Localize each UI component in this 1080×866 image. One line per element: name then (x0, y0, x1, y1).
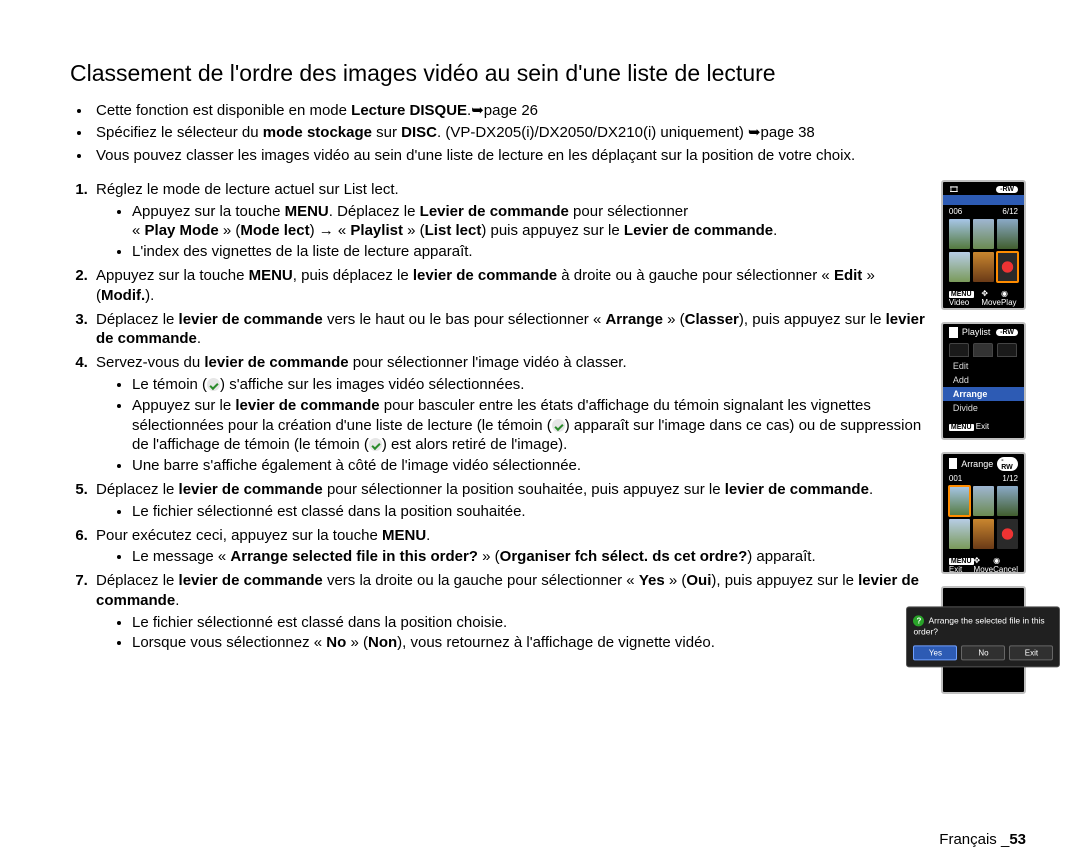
menu-item-arrange: Arrange (943, 387, 1024, 401)
instructions-column: Réglez le mode de lecture actuel sur Lis… (70, 180, 925, 658)
thumbnail (949, 252, 970, 282)
clip-icon: 🎞 (949, 185, 959, 194)
tab-icon (949, 343, 969, 357)
step-1: Réglez le mode de lecture actuel sur Lis… (92, 180, 925, 262)
thumbnail (997, 519, 1018, 549)
thumbnail (949, 219, 970, 249)
tab-icon (973, 343, 993, 357)
thumbnail (997, 219, 1018, 249)
lcd-confirm-dialog: ?Arrange the selected file in this order… (941, 586, 1026, 694)
steps-list: Réglez le mode de lecture actuel sur Lis… (70, 180, 925, 654)
clip-number: 006 (949, 207, 962, 216)
intro-item: Spécifiez le sélecteur du mode stockage … (92, 123, 1026, 143)
thumbnail-selected (949, 486, 970, 516)
step-1a: Appuyez sur la touche MENU. Déplacez le … (132, 202, 925, 242)
dialog-box: ?Arrange the selected file in this order… (906, 606, 1060, 667)
step-5: Déplacez le levier de commande pour séle… (92, 480, 925, 522)
step-2: Appuyez sur la touche MENU, puis déplace… (92, 266, 925, 306)
clip-count: 1/12 (1002, 474, 1018, 483)
step-1c: L'index des vignettes de la liste de lec… (132, 242, 925, 262)
question-icon: ? (913, 615, 924, 626)
lcd-column: 🎞-RW 0066/12 MENU Video✥ Move◉ Play Play… (941, 180, 1026, 694)
step-7: Déplacez le levier de commande vers la d… (92, 571, 925, 653)
dialog-yes-button[interactable]: Yes (913, 645, 957, 660)
thumbnail-selected (997, 252, 1018, 282)
page-footer: Français _53 (939, 831, 1026, 848)
dialog-no-button[interactable]: No (961, 645, 1005, 660)
disc-badge: -RW (996, 329, 1018, 336)
lcd-thumbnail-index: 🎞-RW 0066/12 MENU Video✥ Move◉ Play (941, 180, 1026, 310)
thumbnail (949, 519, 970, 549)
page-title: Classement de l'ordre des images vidéo a… (70, 60, 1026, 87)
step-5a: Le fichier sélectionné est classé dans l… (132, 502, 925, 522)
clip-number: 001 (949, 474, 962, 483)
check-icon (552, 419, 565, 432)
lcd-arrange: Arrange-RW 0011/12 MENU Exit✥ Move◉ Canc… (941, 452, 1026, 574)
step-6a: Le message « Arrange selected file in th… (132, 547, 925, 567)
menu-title: Playlist (962, 327, 991, 337)
step-7a: Le fichier sélectionné est classé dans l… (132, 613, 925, 633)
intro-item: Vous pouvez classer les images vidéo au … (92, 146, 1026, 166)
tab-icon (997, 343, 1017, 357)
intro-item: Cette fonction est disponible en mode Le… (92, 101, 1026, 121)
document-icon (949, 458, 957, 469)
dialog-exit-button[interactable]: Exit (1009, 645, 1053, 660)
clip-count: 6/12 (1002, 207, 1018, 216)
menu-item-add: Add (943, 373, 1024, 387)
screen-title: Arrange (961, 459, 993, 469)
thumbnail (973, 219, 994, 249)
lcd-edit-menu: Playlist -RW Edit Add Arrange Divide MENU… (941, 322, 1026, 440)
step-4b: Appuyez sur le levier de commande pour b… (132, 396, 925, 455)
thumbnail (973, 519, 994, 549)
check-icon (207, 378, 220, 391)
step-3: Déplacez le levier de commande vers le h… (92, 310, 925, 350)
thumbnail (997, 486, 1018, 516)
menu-icon: MENU (949, 291, 974, 298)
menu-item-divide: Divide (943, 401, 1024, 415)
step-4c: Une barre s'affiche également à côté de … (132, 456, 925, 476)
disc-badge: -RW (996, 186, 1018, 193)
menu-item-edit: Edit (943, 359, 1024, 373)
step-6: Pour exécutez ceci, appuyez sur la touch… (92, 526, 925, 568)
menu-icon: MENU (949, 424, 974, 431)
thumbnail (973, 486, 994, 516)
disc-badge: -RW (997, 457, 1018, 471)
thumbnail (973, 252, 994, 282)
document-icon (949, 327, 958, 338)
step-4: Servez-vous du levier de commande pour s… (92, 353, 925, 476)
step-4a: Le témoin () s'affiche sur les images vi… (132, 375, 925, 395)
dialog-text: Arrange the selected file in this order? (913, 615, 1044, 636)
step-7b: Lorsque vous sélectionnez « No » (Non), … (132, 633, 925, 653)
manual-page: Classement de l'ordre des images vidéo a… (0, 0, 1080, 866)
menu-icon: MENU (949, 558, 974, 565)
intro-list: Cette fonction est disponible en mode Le… (70, 101, 1026, 166)
check-icon (369, 438, 382, 451)
